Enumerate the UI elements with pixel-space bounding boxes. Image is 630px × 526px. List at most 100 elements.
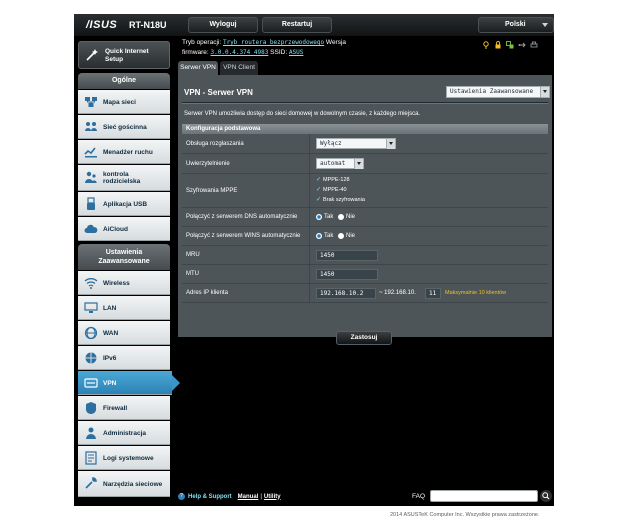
sidebar-item-ipv6[interactable]: IPv6 <box>78 346 170 370</box>
printer-icon[interactable] <box>530 41 538 49</box>
sidebar-item-wan[interactable]: WAN <box>78 321 170 345</box>
sidebar-item-label: Menadżer ruchu <box>103 148 153 156</box>
sidebar-item-guest-network[interactable]: Sieć gościnna <box>78 115 170 139</box>
mppe-40-label: MPPE-40 <box>323 187 347 193</box>
wins-yes-label: Tak <box>324 233 334 239</box>
authentication-label: Uwierzytelnienie <box>186 154 310 173</box>
row-dns: Połączyć z serwerem DNS automatycznie Ta… <box>182 208 548 227</box>
sidebar-item-label: IPv6 <box>103 354 117 362</box>
faq-search-input[interactable] <box>430 490 538 502</box>
link-separator: | <box>260 493 262 500</box>
sidebar-item-label: LAN <box>103 304 117 312</box>
status-icons <box>480 41 550 51</box>
no-encryption-label: Brak szyfrowania <box>323 197 365 203</box>
model-name: RT-N18U <box>129 20 167 30</box>
client-ip-label: Adres IP klienta <box>186 284 310 302</box>
tab-vpn-server[interactable]: Serwer VPN <box>178 61 218 75</box>
manual-link[interactable]: Manual <box>238 494 259 500</box>
client-ip-start-input[interactable]: 192.168.10.2 <box>316 288 376 299</box>
logout-button[interactable]: Wyloguj <box>188 17 258 33</box>
tab-vpn-client[interactable]: VPN Client <box>220 61 258 75</box>
utility-link[interactable]: Utility <box>264 494 281 500</box>
sidebar-item-parental-control[interactable]: kontrola rodzicielska <box>78 165 170 191</box>
wins-no-radio[interactable]: Nie <box>338 233 355 239</box>
sidebar-item-label: AiCloud <box>103 225 128 233</box>
broadcast-label: Obsługa rozgłaszania <box>186 134 310 153</box>
usb-icon[interactable] <box>518 41 526 49</box>
sidebar-item-label: Sieć gościnna <box>103 123 147 131</box>
chevron-down-icon <box>540 87 549 97</box>
dns-no-radio[interactable]: Nie <box>338 214 355 220</box>
search-icon[interactable] <box>540 490 552 502</box>
sidebar-item-network-tools[interactable]: Narzędzia sieciowe <box>78 471 170 497</box>
no-encryption-checkbox[interactable]: ✓ Brak szyfrowania <box>316 196 365 204</box>
row-broadcast: Obsługa rozgłaszania Wyłącz <box>182 134 548 154</box>
radio-icon <box>338 214 344 220</box>
sidebar-item-usb-application[interactable]: Aplikacja USB <box>78 192 170 216</box>
sidebar-item-aicloud[interactable]: AiCloud <box>78 217 170 241</box>
sidebar-item-label: Firewall <box>103 404 128 412</box>
sidebar-item-wireless[interactable]: Wireless <box>78 271 170 295</box>
router-frame: /ISUS RT-N18U Wyloguj Restartuj Polski T… <box>74 14 554 506</box>
page-description: Serwer VPN umożliwia dostęp do sieci dom… <box>184 111 421 117</box>
sidebar-item-system-log[interactable]: Logi systemowe <box>78 446 170 470</box>
notification-icon[interactable] <box>482 41 490 49</box>
quick-internet-setup-button[interactable]: Quick Internet Setup <box>78 41 170 69</box>
mtu-input[interactable]: 1450 <box>316 269 378 280</box>
sidebar-item-network-map[interactable]: Mapa sieci <box>78 90 170 114</box>
asus-logo: /ISUS <box>86 19 118 31</box>
operation-mode-link[interactable]: Tryb routera bezprzewodowego <box>223 39 324 46</box>
faq-label: FAQ <box>412 493 426 500</box>
chevron-down-icon <box>354 159 363 169</box>
mppe-40-checkbox[interactable]: ✓ MPPE-40 <box>316 187 347 194</box>
sidebar-item-lan[interactable]: LAN <box>78 296 170 320</box>
ssid-link[interactable]: ASUS <box>289 49 303 56</box>
sidebar-item-label: Aplikacja USB <box>103 200 148 208</box>
authentication-select[interactable]: automat <box>316 158 364 169</box>
wins-yes-radio[interactable]: Tak <box>316 233 333 239</box>
ipv6-globe-icon <box>85 352 97 364</box>
reboot-button[interactable]: Restartuj <box>262 17 332 33</box>
dns-yes-radio[interactable]: Tak <box>316 214 333 220</box>
help-support-label: Help & Support <box>188 493 232 500</box>
settings-mode-select[interactable]: Ustawienia Zaawansowane <box>446 86 550 98</box>
parental-control-icon <box>85 171 97 183</box>
mppe-128-checkbox[interactable]: ✓ MPPE-128 <box>316 177 350 184</box>
wireless-icon <box>84 278 98 289</box>
sidebar-item-administration[interactable]: Administracja <box>78 421 170 445</box>
lock-icon[interactable] <box>494 41 502 49</box>
system-log-icon <box>85 451 97 465</box>
traffic-manager-icon <box>84 147 97 158</box>
authentication-value: automat <box>320 160 346 167</box>
sidebar-item-label: Wireless <box>103 279 130 287</box>
cloud-icon <box>84 224 98 233</box>
mppe-label: Szyfrowania MPPE <box>186 174 310 207</box>
network-tools-icon <box>85 477 97 489</box>
firmware-version-label: Wersja <box>325 39 347 46</box>
help-icon: ? <box>178 493 185 500</box>
sidebar-item-label: Narzędzia sieciowe <box>103 480 163 488</box>
apply-button[interactable]: Zastosuj <box>336 331 392 345</box>
language-select[interactable]: Polski <box>478 17 554 33</box>
vpn-server-panel: VPN - Serwer VPN Ustawienia Zaawansowane… <box>178 75 552 345</box>
max-clients-note: Maksymalnie 10 klientów <box>445 290 507 296</box>
status-info: Tryb operacji: Tryb routera bezprzewodow… <box>182 38 482 58</box>
ssid-label: SSID: <box>270 49 288 56</box>
config-table-header: Konfiguracja podstawowa <box>182 124 548 134</box>
sidebar-item-traffic-manager[interactable]: Menadżer ruchu <box>78 140 170 164</box>
client-ip-end-input[interactable]: 11 <box>425 288 441 299</box>
network-icon[interactable] <box>506 41 514 49</box>
settings-mode-value: Ustawienia Zaawansowane <box>450 88 534 95</box>
mru-input[interactable]: 1450 <box>316 250 378 261</box>
broadcast-select[interactable]: Wyłącz <box>316 138 396 149</box>
row-mru: MRU 1450 <box>182 246 548 265</box>
quick-setup-label: Quick Internet Setup <box>105 48 149 63</box>
radio-selected-icon <box>316 214 322 220</box>
sidebar-item-label: Logi systemowe <box>103 454 154 462</box>
operation-mode-label: Tryb operacji: <box>182 39 222 46</box>
firmware-version-link[interactable]: 3.0.0.4.374_4983 <box>211 49 269 56</box>
sidebar-item-firewall[interactable]: Firewall <box>78 396 170 420</box>
mtu-label: MTU <box>186 265 310 283</box>
check-icon: ✓ <box>316 196 322 203</box>
sidebar-item-vpn[interactable]: VPN <box>78 371 180 395</box>
